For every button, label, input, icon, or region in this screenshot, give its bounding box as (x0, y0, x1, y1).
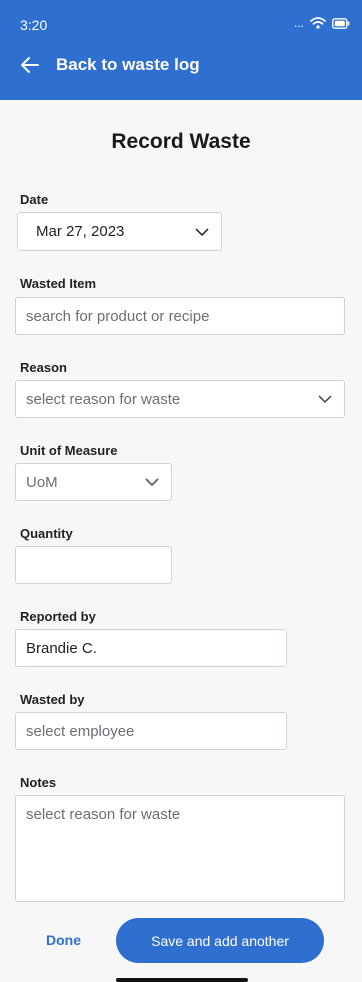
arrow-left-icon (21, 57, 39, 73)
reported-by-input[interactable]: Brandie C. (15, 629, 287, 667)
notes-placeholder: select reason for waste (26, 806, 181, 823)
wasted-by-placeholder: select employee (26, 722, 135, 740)
wasted-item-placeholder: search for product or recipe (26, 307, 210, 325)
back-label: Back to waste log (56, 55, 200, 74)
uom-select[interactable]: UoM (15, 463, 172, 501)
status-icons: ... (294, 16, 350, 30)
uom-label: Unit of Measure (20, 443, 118, 458)
footer-actions: Done Save and add another (0, 918, 362, 982)
notes-label: Notes (20, 775, 57, 790)
back-to-waste-log-link[interactable]: Back to waste log (20, 52, 200, 78)
quantity-input[interactable] (15, 546, 172, 584)
page-title: Record Waste (111, 130, 251, 153)
date-select[interactable]: Mar 27, 2023 (17, 212, 222, 251)
home-indicator (116, 978, 248, 982)
chevron-down-icon (145, 478, 159, 486)
reason-placeholder: select reason for waste (26, 390, 181, 408)
chevron-down-icon (318, 395, 332, 403)
reason-select[interactable]: select reason for waste (15, 380, 345, 418)
uom-placeholder: UoM (26, 473, 58, 491)
wasted-by-input[interactable]: select employee (15, 712, 287, 750)
reason-label: Reason (20, 360, 67, 375)
date-value: Mar 27, 2023 (36, 223, 125, 240)
save-and-add-another-button[interactable]: Save and add another (116, 918, 324, 963)
reported-by-label: Reported by (20, 609, 96, 624)
wasted-item-input[interactable]: search for product or recipe (15, 297, 345, 335)
chevron-down-icon (195, 227, 209, 236)
quantity-label: Quantity (20, 526, 73, 541)
done-button[interactable]: Done (46, 932, 81, 948)
status-dots: ... (293, 16, 304, 30)
status-time: 3:20 (20, 17, 48, 33)
reported-by-value: Brandie C. (26, 639, 97, 657)
date-label: Date (20, 192, 49, 207)
app-header: 3:20 ... Back to waste log (0, 0, 362, 100)
wifi-icon (310, 17, 326, 29)
battery-icon (332, 17, 350, 29)
notes-textarea[interactable]: select reason for waste (15, 795, 345, 902)
wasted-item-label: Wasted Item (20, 276, 97, 291)
wasted-by-label: Wasted by (20, 692, 85, 707)
